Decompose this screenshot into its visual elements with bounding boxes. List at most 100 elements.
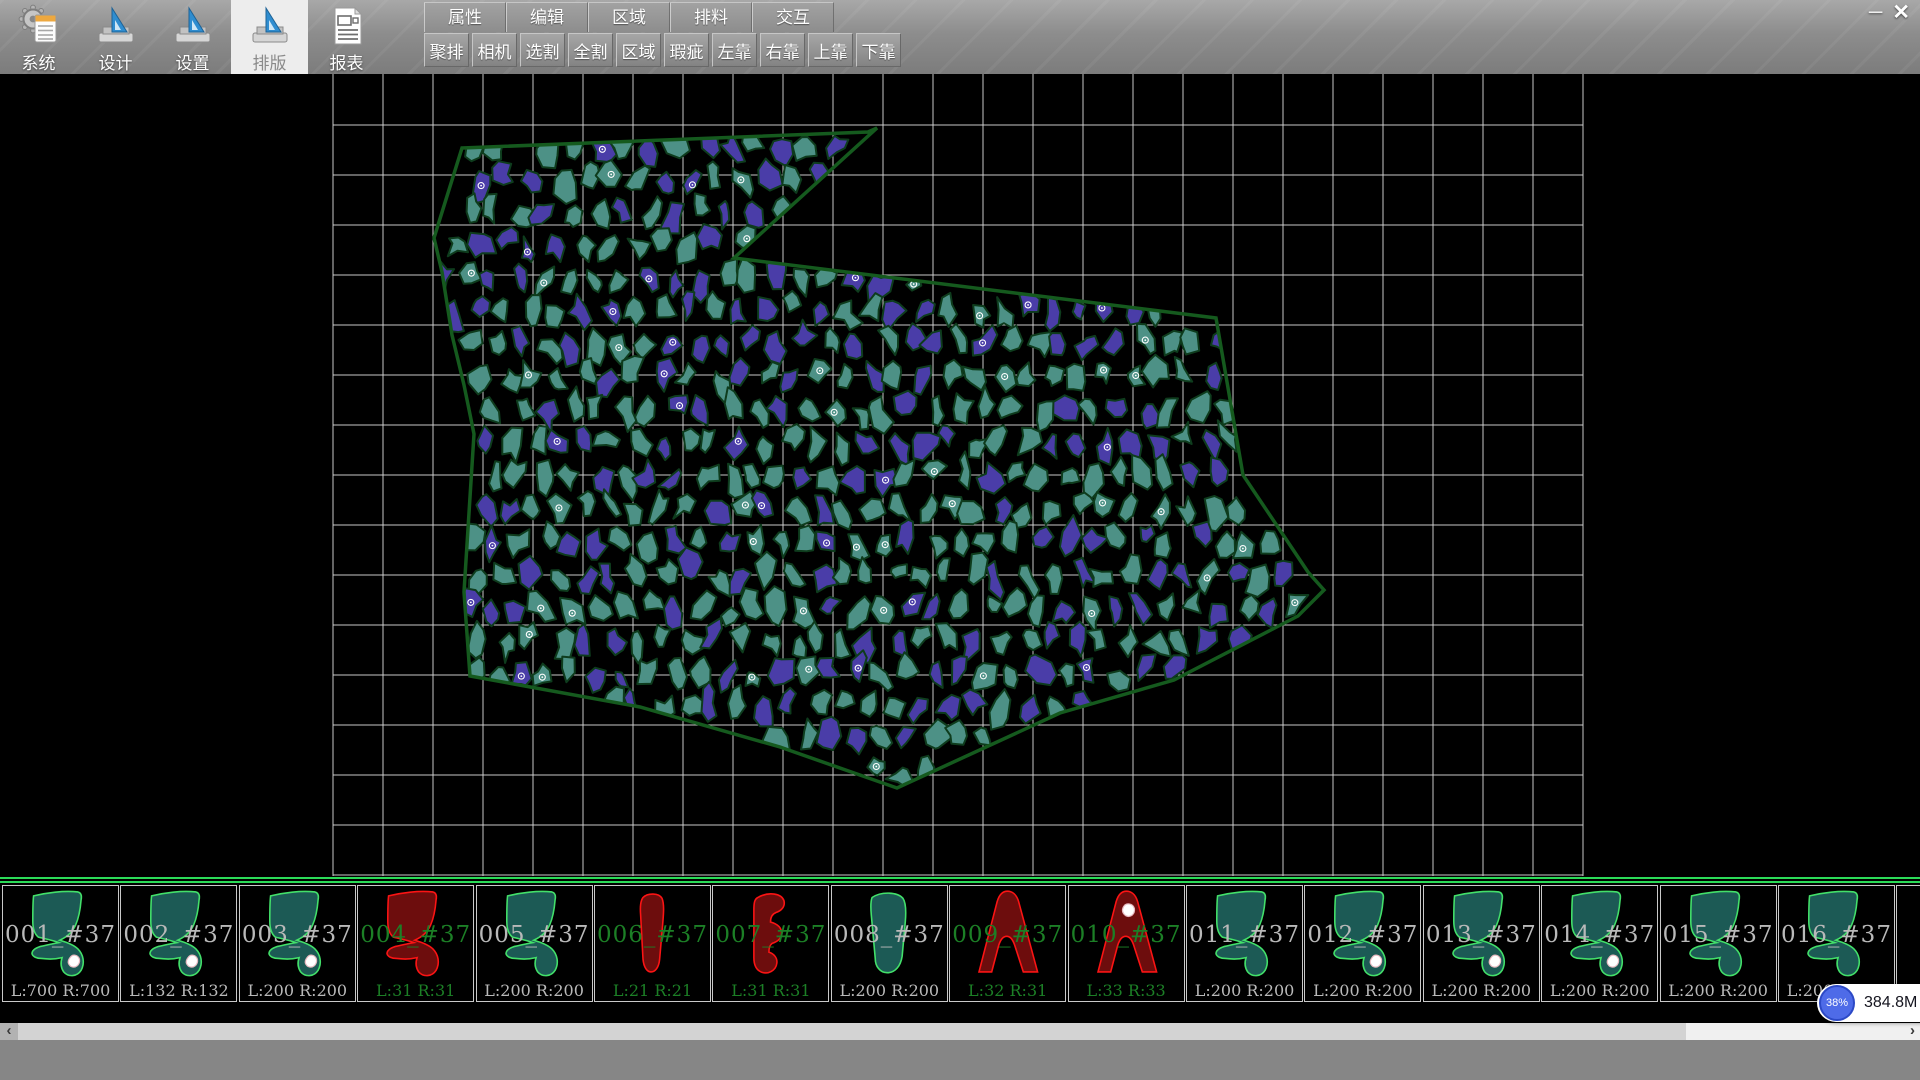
design-button[interactable]: 设计 bbox=[77, 0, 154, 74]
action-button-5[interactable]: 区域 bbox=[616, 33, 661, 67]
action-button-4[interactable]: 全割 bbox=[568, 33, 613, 67]
status-bar bbox=[0, 1040, 1920, 1080]
thumbnail-cell-10[interactable]: 010_#37 L:33 R:33 bbox=[1068, 885, 1185, 1002]
piece-label: 011_#37 bbox=[1187, 922, 1302, 948]
horizontal-scrollbar[interactable]: ‹ › bbox=[0, 1023, 1920, 1040]
thumbnail-cell-13[interactable]: 013_#37 L:200 R:200 bbox=[1423, 885, 1540, 1002]
memory-usage-label: 384.8M bbox=[1864, 994, 1917, 1012]
piece-label: 006_#37 bbox=[595, 922, 710, 948]
thumbnail-cell-5[interactable]: 005_#37 L:200 R:200 bbox=[476, 885, 593, 1002]
piece-count-label: L:31 R:31 bbox=[713, 981, 828, 1000]
report-button-label: 报表 bbox=[330, 49, 364, 74]
menu-tab-2[interactable]: 编辑 bbox=[506, 2, 588, 32]
piece-label: 003_#37 bbox=[240, 922, 355, 948]
piece-count-label: L:200 R:200 bbox=[1661, 981, 1776, 1000]
piece-count-label: L:32 R:31 bbox=[950, 981, 1065, 1000]
nesting-canvas-area[interactable] bbox=[0, 74, 1920, 884]
nested-pieces bbox=[435, 124, 1309, 786]
action-button-9[interactable]: 上靠 bbox=[808, 33, 853, 67]
piece-count-label: L:132 R:132 bbox=[121, 981, 236, 1000]
report-button[interactable]: 报表 bbox=[308, 0, 385, 74]
thumbnail-cell-9[interactable]: 009_#37 L:32 R:31 bbox=[949, 885, 1066, 1002]
menu-tab-4[interactable]: 排料 bbox=[670, 2, 752, 32]
menu-tabs: 属性编辑区域排料交互 bbox=[424, 2, 834, 32]
action-button-1[interactable]: 聚排 bbox=[424, 33, 469, 67]
nesting-button-label: 排版 bbox=[253, 49, 287, 74]
piece-count-label: L:21 R:21 bbox=[595, 981, 710, 1000]
piece-shape-icon bbox=[1903, 888, 1920, 983]
nesting-ruler-icon bbox=[248, 4, 292, 48]
piece-label: 013_#37 bbox=[1424, 922, 1539, 948]
piece-label: 002_#37 bbox=[121, 922, 236, 948]
piece-label: 004_#37 bbox=[358, 922, 473, 948]
window-controls: ─ ✕ bbox=[1869, 0, 1910, 26]
piece-label: 001_#37 bbox=[3, 922, 118, 948]
scroll-left-arrow-icon[interactable]: ‹ bbox=[0, 1023, 18, 1040]
system-gear-icon bbox=[17, 4, 61, 48]
strip-separator-line bbox=[0, 881, 1920, 883]
piece-count-label: L:200 R:200 bbox=[1542, 981, 1657, 1000]
thumbnail-cell-14[interactable]: 014_#37 L:200 R:200 bbox=[1541, 885, 1658, 1002]
nesting-canvas[interactable] bbox=[0, 74, 1920, 884]
report-document-icon bbox=[325, 4, 369, 48]
thumbnail-cell-2[interactable]: 002_#37 L:132 R:132 bbox=[120, 885, 237, 1002]
piece-label: 010_#37 bbox=[1069, 922, 1184, 948]
thumbnail-cell-8[interactable]: 008_#37 L:200 R:200 bbox=[831, 885, 948, 1002]
action-button-3[interactable]: 选割 bbox=[520, 33, 565, 67]
piece-count-label: L:33 R:33 bbox=[1069, 981, 1184, 1000]
piece-label: 016_#37 bbox=[1779, 922, 1894, 948]
menu-tab-1[interactable]: 属性 bbox=[424, 2, 506, 32]
thumbnail-cell-15[interactable]: 015_#37 L:200 R:200 bbox=[1660, 885, 1777, 1002]
leather-hide-outline bbox=[434, 128, 1324, 788]
thumbnail-cell-7[interactable]: 007_#37 L:31 R:31 bbox=[712, 885, 829, 1002]
thumbnail-cell-3[interactable]: 003_#37 L:200 R:200 bbox=[239, 885, 356, 1002]
main-button-bar: 系统 设计 设置 bbox=[0, 0, 385, 74]
design-ruler-icon bbox=[94, 4, 138, 48]
system-button-label: 系统 bbox=[22, 49, 56, 74]
piece-count-label: L:200 R:200 bbox=[1187, 981, 1302, 1000]
close-button[interactable]: ✕ bbox=[1892, 0, 1910, 26]
settings-button[interactable]: 设置 bbox=[154, 0, 231, 74]
piece-label: 015_#37 bbox=[1661, 922, 1776, 948]
menu-tab-3[interactable]: 区域 bbox=[588, 2, 670, 32]
piece-label: 014_#37 bbox=[1542, 922, 1657, 948]
settings-ruler-icon bbox=[171, 4, 215, 48]
minimize-button[interactable]: ─ bbox=[1869, 0, 1882, 26]
settings-button-label: 设置 bbox=[176, 49, 210, 74]
thumbnail-cell-6[interactable]: 006_#37 L:21 R:21 bbox=[594, 885, 711, 1002]
progress-badge: 38% 384.8M bbox=[1817, 984, 1920, 1022]
piece-count-label: L:200 R:200 bbox=[832, 981, 947, 1000]
piece-label: 008_#37 bbox=[832, 922, 947, 948]
piece-count-label: L:200 R:200 bbox=[477, 981, 592, 1000]
design-button-label: 设计 bbox=[99, 49, 133, 74]
piece-label: 009_#37 bbox=[950, 922, 1065, 948]
piece-count-label: L:200 R:200 bbox=[1424, 981, 1539, 1000]
action-button-7[interactable]: 左靠 bbox=[712, 33, 757, 67]
action-button-bar: 聚排相机选割全割区域瑕疵左靠右靠上靠下靠 bbox=[424, 33, 901, 69]
titlebar-toolbar: 系统 设计 设置 bbox=[0, 0, 1920, 76]
piece-label: 007_#37 bbox=[713, 922, 828, 948]
action-button-10[interactable]: 下靠 bbox=[856, 33, 901, 67]
scroll-right-arrow-icon[interactable]: › bbox=[1910, 1023, 1915, 1040]
piece-label: 012_#37 bbox=[1305, 922, 1420, 948]
scrollbar-thumb[interactable] bbox=[18, 1023, 1686, 1040]
piece-count-label: L:31 R:31 bbox=[358, 981, 473, 1000]
piece-thumbnail-strip: 001_#37L:700 R:700002_#37L:132 R:132003_… bbox=[0, 884, 1920, 1023]
menu-tab-5[interactable]: 交互 bbox=[752, 2, 834, 32]
piece-count-label: L:200 R:200 bbox=[240, 981, 355, 1000]
progress-circle: 38% bbox=[1819, 985, 1855, 1021]
thumbnail-cell-1[interactable]: 001_#37 L:700 R:700 bbox=[2, 885, 119, 1002]
strip-separator-line bbox=[0, 877, 1920, 879]
thumbnail-cell-11[interactable]: 011_#37 L:200 R:200 bbox=[1186, 885, 1303, 1002]
piece-count-label: L:200 R:200 bbox=[1305, 981, 1420, 1000]
action-button-6[interactable]: 瑕疵 bbox=[664, 33, 709, 67]
piece-count-label: L:700 R:700 bbox=[3, 981, 118, 1000]
nesting-button[interactable]: 排版 bbox=[231, 0, 308, 74]
system-button[interactable]: 系统 bbox=[0, 0, 77, 74]
app-window: 系统 设计 设置 bbox=[0, 0, 1920, 1080]
piece-label: 005_#37 bbox=[477, 922, 592, 948]
thumbnail-cell-4[interactable]: 004_#37 L:31 R:31 bbox=[357, 885, 474, 1002]
thumbnail-cell-12[interactable]: 012_#37 L:200 R:200 bbox=[1304, 885, 1421, 1002]
action-button-8[interactable]: 右靠 bbox=[760, 33, 805, 67]
action-button-2[interactable]: 相机 bbox=[472, 33, 517, 67]
